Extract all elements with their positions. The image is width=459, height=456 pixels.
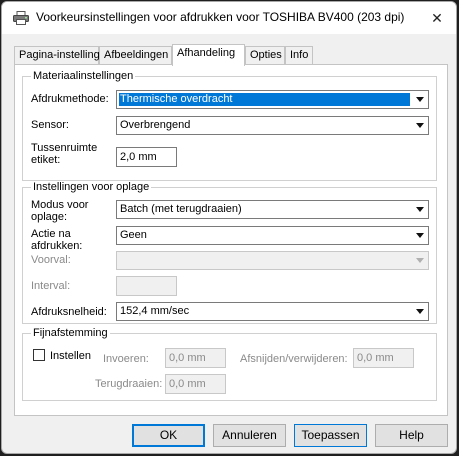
print-speed-select[interactable]: 152,4 mm/sec [116,302,429,321]
backfeed-label: Terugdraaien: [95,378,163,390]
printer-icon [13,11,29,25]
post-print-action-label-line1: Actie na [31,228,71,240]
event-label: Voorval: [31,254,71,266]
post-print-action-value: Geen [120,229,147,241]
print-method-label: Afdrukmethode: [31,93,109,105]
print-speed-label: Afdruksnelheid: [31,306,107,318]
material-settings-group: Materiaalinstellingen Afdrukmethode: The… [22,70,437,181]
print-method-value: Thermische overdracht [119,93,410,106]
cut-remove-label: Afsnijden/verwijderen: [240,353,348,365]
fine-tuning-checkbox-label: Instellen [50,350,91,362]
fine-tuning-group: Fijnafstemming Instellen Invoeren: 0,0 m… [22,327,437,401]
cancel-button[interactable]: Annuleren [213,424,286,447]
material-settings-legend: Materiaalinstellingen [31,70,136,82]
title-bar: Voorkeursinstellingen voor afdrukken voo… [2,2,456,34]
apply-button[interactable]: Toepassen [294,424,367,447]
batch-settings-legend: Instellingen voor oplage [31,181,152,193]
label-gap-label-line1: Tussenruimte [31,142,98,154]
chevron-down-icon [416,233,424,238]
batch-settings-group: Instellingen voor oplage Modus voor opla… [22,181,437,324]
help-button[interactable]: Help [375,424,448,447]
chevron-down-icon [416,123,424,128]
cut-remove-input[interactable]: 0,0 mm [353,348,414,368]
window-title: Voorkeursinstellingen voor afdrukken voo… [36,10,405,24]
chevron-down-icon [416,258,424,263]
printing-preferences-dialog: Voorkeursinstellingen voor afdrukken voo… [1,1,457,454]
event-value [119,254,121,267]
label-gap-label-line2: etiket: [31,154,61,166]
feed-input[interactable]: 0,0 mm [165,348,226,368]
sensor-label: Sensor: [31,119,69,131]
close-icon: ✕ [431,9,443,26]
feed-label: Invoeren: [103,353,149,365]
tab-panel-finishing: Materiaalinstellingen Afdrukmethode: The… [14,64,448,416]
event-select[interactable] [116,251,429,270]
print-speed-value: 152,4 mm/sec [120,305,190,317]
sensor-select[interactable]: Overbrengend [116,116,429,135]
post-print-action-select[interactable]: Geen [116,226,429,245]
chevron-down-icon [416,309,424,314]
label-gap-input[interactable]: 2,0 mm [116,147,177,167]
fine-tuning-checkbox[interactable] [33,349,45,361]
tab-options[interactable]: Opties [245,46,285,65]
sensor-value: Overbrengend [120,119,191,131]
close-button[interactable]: ✕ [418,2,456,34]
batch-mode-value: Batch (met terugdraaien) [120,203,242,215]
batch-mode-label-line2: oplage: [31,211,68,223]
ok-button[interactable]: OK [132,424,205,447]
tab-strip: Pagina-instelling Afbeeldingen Afhandeli… [14,44,448,66]
batch-mode-label-line1: Modus voor [31,199,89,211]
tab-info[interactable]: Info [285,46,313,65]
batch-mode-select[interactable]: Batch (met terugdraaien) [116,200,429,219]
interval-label: Interval: [31,280,71,292]
tab-page-setup[interactable]: Pagina-instelling [14,46,100,65]
interval-input[interactable] [116,276,177,296]
chevron-down-icon [416,97,424,102]
fine-tuning-legend: Fijnafstemming [31,327,110,339]
tab-images[interactable]: Afbeeldingen [99,46,172,65]
backfeed-input[interactable]: 0,0 mm [165,374,226,394]
chevron-down-icon [416,207,424,212]
print-method-select[interactable]: Thermische overdracht [116,90,429,109]
post-print-action-label-line2: afdrukken: [31,240,83,252]
tab-finishing[interactable]: Afhandeling [172,44,245,66]
